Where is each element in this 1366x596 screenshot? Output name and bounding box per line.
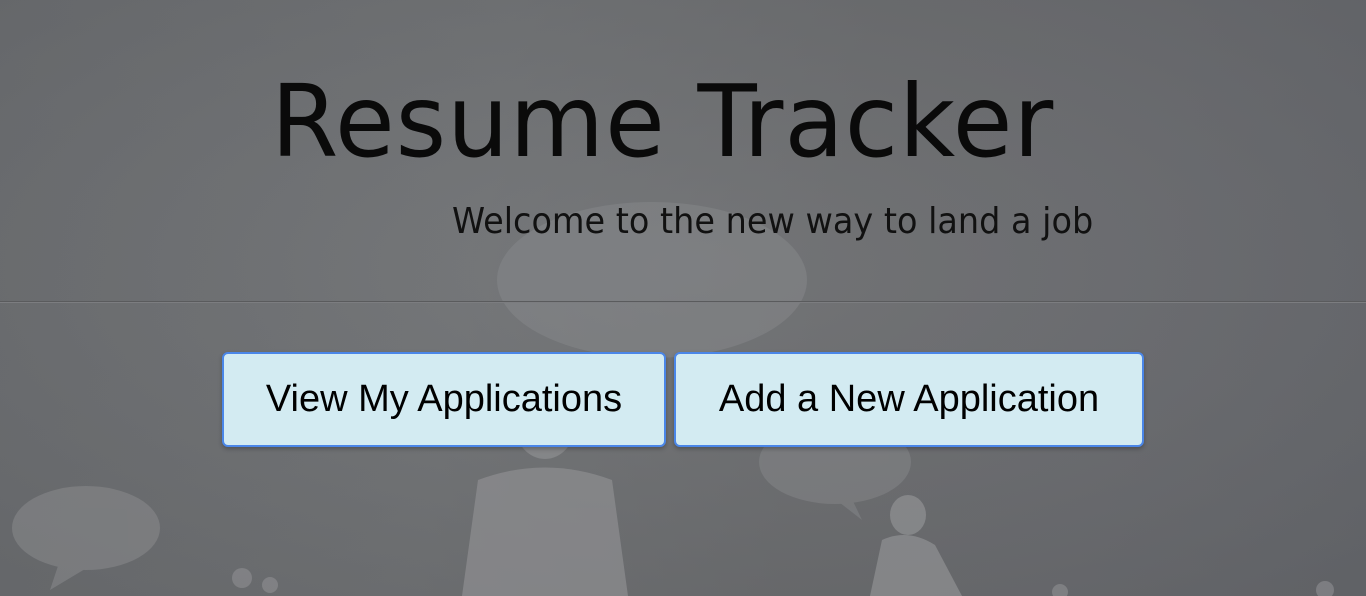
add-application-button[interactable]: Add a New Application — [674, 352, 1144, 447]
page-subtitle: Welcome to the new way to land a job — [452, 201, 1094, 242]
page-title: Resume Tracker — [271, 63, 1055, 180]
view-applications-button[interactable]: View My Applications — [222, 352, 666, 447]
header-divider — [0, 301, 1366, 303]
